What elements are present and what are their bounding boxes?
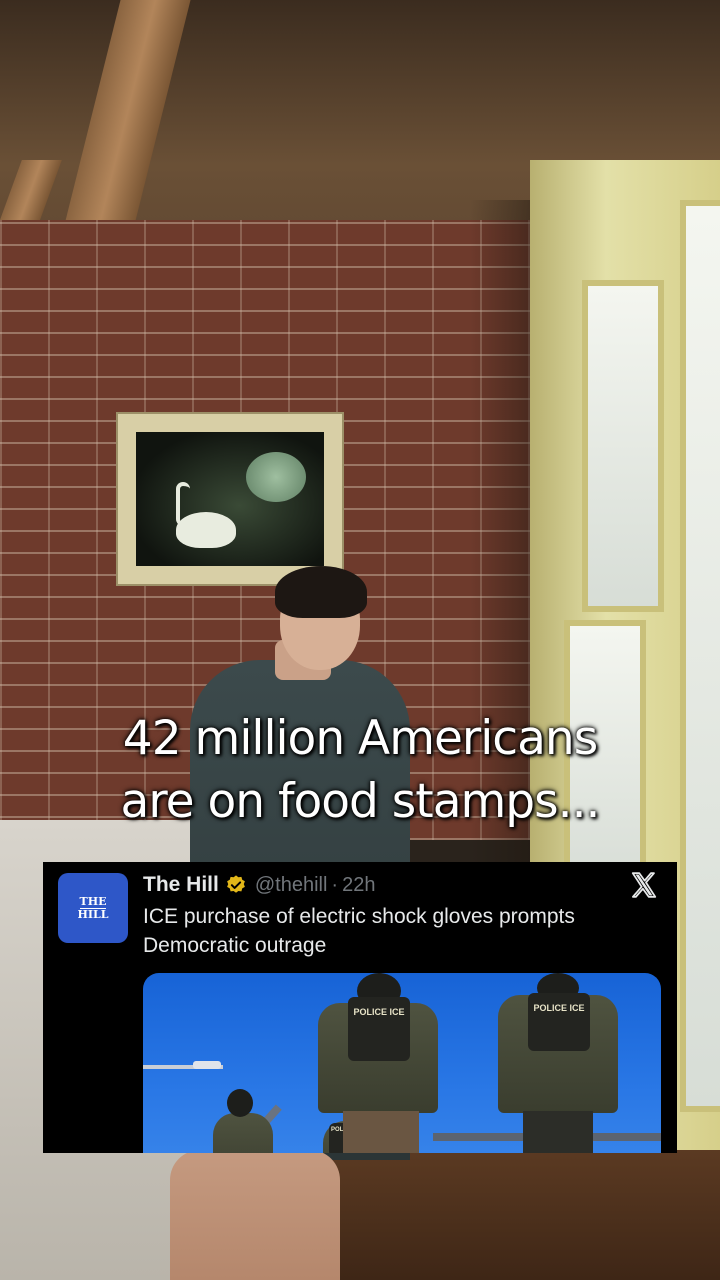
officer-figure bbox=[213, 1113, 273, 1153]
window-pane bbox=[582, 280, 664, 612]
caption-line-1: 42 million Americans bbox=[122, 711, 598, 766]
avatar[interactable]: THE HILL bbox=[58, 873, 128, 943]
tweet-image[interactable]: POLICE ICE POLICE ICE POLICE ICE bbox=[143, 973, 661, 1153]
officer-figure bbox=[227, 1089, 253, 1117]
vest-label: POLICE ICE bbox=[348, 997, 410, 1061]
tweet-text: ICE purchase of electric shock gloves pr… bbox=[143, 905, 575, 957]
author-handle[interactable]: @thehill bbox=[255, 874, 328, 897]
video-caption: 42 million Americans are on food stamps.… bbox=[0, 707, 720, 833]
swan-figure bbox=[176, 512, 236, 548]
window-pane bbox=[680, 200, 720, 1112]
x-logo-icon bbox=[631, 872, 657, 898]
ballerina-figure bbox=[246, 452, 306, 502]
author-name[interactable]: The Hill bbox=[143, 873, 219, 897]
avatar-text-line: HILL bbox=[77, 908, 109, 921]
caption-line-2: are on food stamps... bbox=[120, 774, 601, 829]
tweet-timestamp[interactable]: 22h bbox=[342, 874, 375, 897]
tweet-header: The Hill @thehill · 22h bbox=[143, 870, 375, 900]
framed-painting bbox=[116, 412, 344, 586]
header-separator: · bbox=[331, 873, 339, 896]
verified-badge-icon bbox=[226, 875, 245, 893]
person-legs bbox=[170, 1150, 340, 1280]
officer-figure bbox=[523, 1111, 593, 1153]
vest-label: POLICE ICE bbox=[528, 993, 590, 1051]
officer-figure bbox=[343, 1111, 419, 1153]
tweet-card[interactable]: THE HILL The Hill @thehill · 22h ICE pur… bbox=[43, 862, 677, 1153]
painting-canvas bbox=[136, 432, 324, 566]
person-hair bbox=[275, 566, 367, 618]
street-lamp bbox=[193, 1061, 221, 1069]
